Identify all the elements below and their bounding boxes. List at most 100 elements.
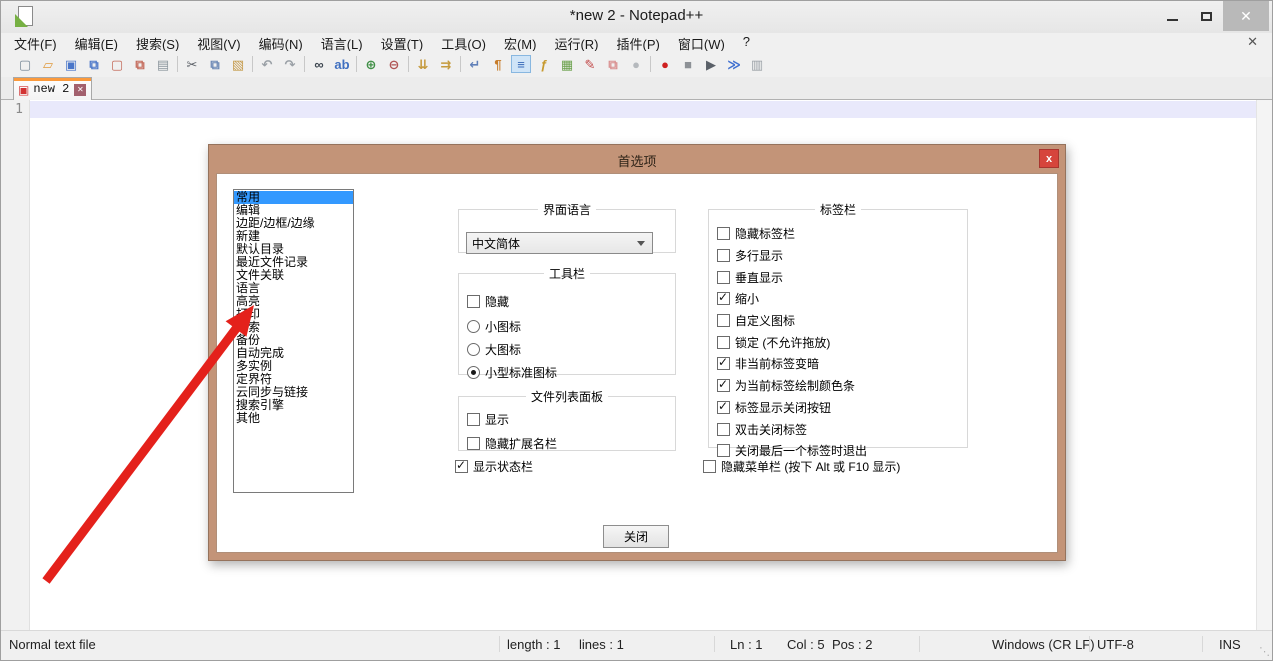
toolbar-size-radio[interactable]: 小型标准图标	[467, 361, 675, 384]
tabbar-checkbox[interactable]: 锁定 (不允许拖放)	[717, 331, 967, 353]
option-label: 隐藏菜单栏 (按下 Alt 或 F10 显示)	[721, 458, 900, 475]
print-icon[interactable]: ▤	[153, 55, 173, 73]
macro-stop-icon[interactable]: ■	[678, 55, 698, 73]
ui-language-legend: 界面语言	[538, 201, 596, 218]
option-label: 锁定 (不允许拖放)	[735, 334, 830, 351]
checkbox-icon	[717, 271, 730, 284]
toolbar-size-radio[interactable]: 大图标	[467, 338, 675, 361]
radio-icon	[467, 320, 480, 333]
copy-icon[interactable]: ⧉	[205, 55, 225, 73]
toolbar-separator	[356, 56, 357, 72]
tabbar-checkbox[interactable]: 多行显示	[717, 245, 967, 267]
show-all-chars-icon[interactable]: ¶	[488, 55, 508, 73]
maximize-button[interactable]	[1189, 1, 1223, 31]
ui-language-dropdown[interactable]: 中文简体	[466, 232, 653, 254]
toolbar-separator	[252, 56, 253, 72]
dropdown-value: 中文简体	[467, 235, 637, 252]
function-list-icon[interactable]: ƒ	[534, 55, 554, 73]
status-encoding: UTF-8	[1097, 637, 1134, 652]
status-separator	[1089, 636, 1090, 652]
tabbar-checkbox[interactable]: 隐藏标签栏	[717, 223, 967, 245]
tab-bar: ▣ new 2 ✕	[1, 77, 1272, 100]
checkbox-icon	[455, 460, 468, 473]
minimize-button[interactable]	[1155, 1, 1189, 31]
document-map-icon[interactable]: ▦	[557, 55, 577, 73]
chevron-down-icon	[637, 241, 645, 246]
dialog-close-action-button[interactable]: 关闭	[603, 525, 669, 548]
toolbar-group: 工具栏 隐藏 小图标大图标小型标准图标	[458, 265, 676, 375]
find-icon[interactable]: ∞	[309, 55, 329, 73]
status-separator	[714, 636, 715, 652]
toolbar-hide-checkbox[interactable]: 隐藏	[467, 290, 675, 313]
preference-category-item[interactable]: 其他	[234, 412, 353, 425]
tabbar-checkbox[interactable]: 非当前标签变暗	[717, 353, 967, 375]
tab-new-2[interactable]: ▣ new 2 ✕	[13, 77, 92, 100]
title-bar: *new 2 - Notepad++ ✕	[1, 1, 1272, 33]
tabbar-checkbox[interactable]: 双击关闭标签	[717, 418, 967, 440]
save-all-icon[interactable]: ⧉	[84, 55, 104, 73]
editor-scrollbar[interactable]	[1256, 100, 1272, 630]
doc-switcher-icon[interactable]: ✎	[580, 55, 600, 73]
ui-language-group: 界面语言 中文简体	[458, 201, 676, 253]
tabbar-checkbox[interactable]: 垂直显示	[717, 266, 967, 288]
toolbar-separator	[177, 56, 178, 72]
paste-icon[interactable]: ▧	[228, 55, 248, 73]
status-insert-mode: INS	[1219, 637, 1241, 652]
status-length: length : 1	[507, 637, 561, 652]
indent-guide-icon[interactable]: ≡	[511, 55, 531, 73]
tab-label: new 2	[33, 82, 69, 96]
tab-close-icon[interactable]: ✕	[74, 84, 86, 96]
radio-icon	[467, 366, 480, 379]
macro-record-icon[interactable]: ●	[655, 55, 675, 73]
zoom-in-icon[interactable]: ⊕	[361, 55, 381, 73]
word-wrap-icon[interactable]: ↵	[465, 55, 485, 73]
close-doc-icon[interactable]: ▢	[107, 55, 127, 73]
tabbar-checkbox[interactable]: 标签显示关闭按钮	[717, 397, 967, 419]
undo-icon[interactable]: ↶	[257, 55, 277, 73]
checkbox-icon	[717, 249, 730, 262]
status-position: Pos : 2	[832, 637, 872, 652]
folder-workspace-icon[interactable]: ⧉	[603, 55, 623, 73]
close-window-button[interactable]: ✕	[1223, 1, 1269, 31]
file-list-checkbox[interactable]: 隐藏扩展名栏	[467, 431, 675, 455]
tabbar-checkbox[interactable]: 为当前标签绘制颜色条	[717, 375, 967, 397]
sync-horizontal-icon[interactable]: ⇉	[436, 55, 456, 73]
monitoring-icon[interactable]: ●	[626, 55, 646, 73]
file-list-checkbox[interactable]: 显示	[467, 407, 675, 431]
tabbar-checkbox[interactable]: 自定义图标	[717, 310, 967, 332]
tabbar-checkbox[interactable]: 缩小	[717, 288, 967, 310]
new-file-icon[interactable]: ▢	[15, 55, 35, 73]
checkbox-icon	[467, 295, 480, 308]
minimize-icon	[1167, 19, 1178, 21]
toolbar-size-radio[interactable]: 小图标	[467, 315, 675, 338]
menu-bar: 文件(F)编辑(E)搜索(S)视图(V)编码(N)语言(L)设置(T)工具(O)…	[1, 33, 1272, 51]
replace-icon[interactable]: ab	[332, 55, 352, 73]
close-all-icon[interactable]: ⧉	[130, 55, 150, 73]
zoom-out-icon[interactable]: ⊖	[384, 55, 404, 73]
resize-grip[interactable]: ⋱	[1259, 645, 1270, 658]
line-number: 1	[15, 102, 23, 117]
option-label: 非当前标签变暗	[735, 355, 819, 372]
toolbar-radios: 小图标大图标小型标准图标	[459, 313, 675, 384]
redo-icon[interactable]: ↷	[280, 55, 300, 73]
macro-run-multiple-icon[interactable]: ≫	[724, 55, 744, 73]
sync-vertical-icon[interactable]: ⇊	[413, 55, 433, 73]
maximize-icon	[1201, 12, 1212, 21]
dialog-title: 首选项	[209, 151, 1065, 170]
checkbox-icon	[717, 357, 730, 370]
save-icon[interactable]: ▣	[61, 55, 81, 73]
cut-icon[interactable]: ✂	[182, 55, 202, 73]
dialog-close-button[interactable]: x	[1039, 149, 1059, 168]
option-label: 隐藏	[485, 293, 509, 310]
open-folder-icon[interactable]: ▱	[38, 55, 58, 73]
option-label: 隐藏扩展名栏	[485, 435, 557, 452]
menubar-close-icon[interactable]: ✕	[1247, 34, 1258, 50]
hide-menubar-checkbox[interactable]: 隐藏菜单栏 (按下 Alt 或 F10 显示)	[703, 458, 900, 474]
macro-play-icon[interactable]: ▶	[701, 55, 721, 73]
checkbox-icon	[717, 336, 730, 349]
macro-save-icon[interactable]: ▥	[747, 55, 767, 73]
checkbox-icon	[717, 379, 730, 392]
option-label: 自定义图标	[735, 312, 795, 329]
toolbar-separator	[460, 56, 461, 72]
show-statusbar-checkbox[interactable]: 显示状态栏	[455, 458, 533, 474]
